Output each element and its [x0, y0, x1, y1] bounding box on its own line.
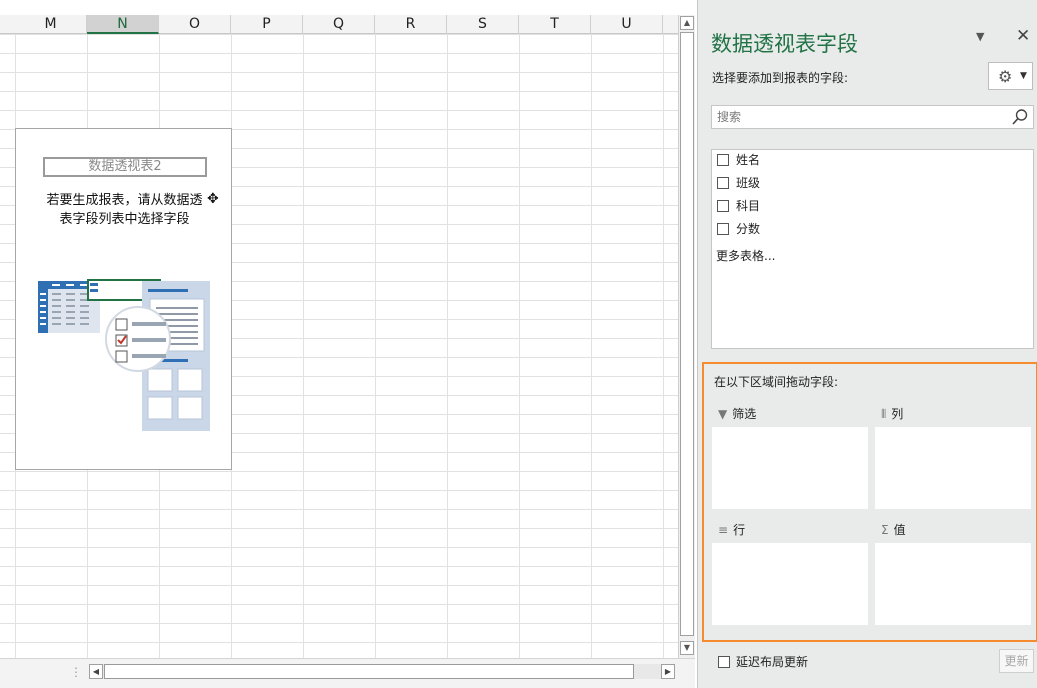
- values-area-label: 值: [893, 523, 906, 537]
- worksheet[interactable]: M N O P Q R S T U 数据透视表2 若要生成报表，请从数据透 表字…: [0, 0, 678, 658]
- drag-areas-section: 在以下区域间拖动字段: ▼ 筛选 ⦀ 列 ≡ 行 Σ值: [702, 362, 1037, 642]
- columns-area-label: 列: [891, 407, 904, 421]
- column-header-u[interactable]: U: [591, 15, 663, 34]
- columns-area[interactable]: ⦀ 列: [875, 403, 1031, 511]
- filters-area-header: ▼ 筛选: [712, 403, 868, 425]
- rows-area[interactable]: ≡ 行: [712, 519, 868, 627]
- filters-area-label: 筛选: [732, 407, 757, 421]
- search-input[interactable]: [712, 106, 1008, 128]
- rows-area-label: 行: [733, 523, 746, 537]
- sheet-bottom-bar: ⋮ ◀ ▶: [0, 658, 695, 688]
- values-drop-zone[interactable]: [875, 543, 1031, 625]
- vertical-scroll-thumb[interactable]: [680, 32, 694, 636]
- field-label: 姓名: [736, 153, 761, 167]
- field-label: 班级: [736, 176, 761, 190]
- column-header-q[interactable]: Q: [303, 15, 375, 34]
- column-header-s[interactable]: S: [447, 15, 519, 34]
- column-header-p[interactable]: P: [231, 15, 303, 34]
- scroll-left-arrow-icon[interactable]: ◀: [89, 664, 103, 679]
- vertical-scrollbar[interactable]: ▲ ▼: [678, 15, 695, 658]
- field-checkbox[interactable]: [717, 176, 729, 189]
- column-header-o[interactable]: O: [159, 15, 231, 34]
- scroll-up-arrow-icon[interactable]: ▲: [680, 16, 694, 30]
- rows-area-header: ≡ 行: [712, 519, 868, 541]
- areas-label: 在以下区域间拖动字段:: [714, 375, 839, 389]
- values-area[interactable]: Σ值: [875, 519, 1031, 627]
- field-label: 科目: [736, 199, 761, 213]
- horizontal-scroll-thumb[interactable]: [104, 664, 634, 679]
- close-icon[interactable]: ✕: [1016, 26, 1030, 46]
- columns-icon: ⦀: [881, 407, 887, 421]
- move-cursor-icon: ✥: [207, 191, 219, 207]
- pivot-table-name: 数据透视表2: [43, 157, 207, 177]
- column-header-r[interactable]: R: [375, 15, 447, 34]
- field-list: 姓名 班级 科目 分数 更多表格...: [711, 149, 1034, 349]
- search-field[interactable]: [711, 105, 1034, 129]
- field-label: 分数: [736, 222, 761, 236]
- pivot-table-placeholder[interactable]: 数据透视表2 若要生成报表，请从数据透 表字段列表中选择字段 ✥: [15, 128, 232, 470]
- field-checkbox[interactable]: [717, 153, 729, 166]
- field-item-score[interactable]: 分数: [717, 220, 760, 238]
- pane-options-dropdown-icon[interactable]: ▼: [976, 30, 984, 43]
- choose-fields-label: 选择要添加到报表的字段:: [712, 71, 849, 85]
- pivot-hint-line-2: 表字段列表中选择字段: [59, 212, 190, 227]
- chevron-down-icon: ▼: [1020, 71, 1027, 81]
- more-tables-link[interactable]: 更多表格...: [716, 247, 775, 264]
- filters-drop-zone[interactable]: [712, 427, 868, 509]
- column-header-m[interactable]: M: [15, 15, 87, 34]
- field-checkbox[interactable]: [717, 199, 729, 212]
- column-header-n[interactable]: N: [87, 15, 159, 34]
- column-header-t[interactable]: T: [519, 15, 591, 34]
- rows-drop-zone[interactable]: [712, 543, 868, 625]
- sigma-icon: Σ: [881, 523, 889, 537]
- horizontal-scrollbar[interactable]: ◀ ▶: [89, 664, 675, 679]
- pivot-hint-line-1: 若要生成报表，请从数据透: [46, 193, 203, 208]
- filters-area[interactable]: ▼ 筛选: [712, 403, 868, 511]
- field-item-class[interactable]: 班级: [717, 174, 760, 192]
- values-area-header: Σ值: [875, 519, 1031, 541]
- field-item-name[interactable]: 姓名: [717, 151, 760, 169]
- scroll-right-arrow-icon[interactable]: ▶: [661, 664, 675, 679]
- defer-update-label: 延迟布局更新: [736, 655, 809, 669]
- tools-button[interactable]: ⚙ ▼: [988, 62, 1033, 90]
- field-checkbox[interactable]: [717, 222, 729, 235]
- defer-layout-update[interactable]: 延迟布局更新: [718, 653, 808, 670]
- field-item-subject[interactable]: 科目: [717, 197, 760, 215]
- filter-icon: ▼: [718, 407, 728, 421]
- columns-drop-zone[interactable]: [875, 427, 1031, 509]
- pivot-illustration-icon: [38, 279, 210, 431]
- columns-area-header: ⦀ 列: [875, 403, 1031, 425]
- update-button[interactable]: 更新: [999, 649, 1034, 673]
- rows-icon: ≡: [718, 523, 729, 537]
- column-header-row: M N O P Q R S T U: [0, 15, 678, 34]
- defer-update-checkbox[interactable]: [718, 655, 730, 668]
- search-icon[interactable]: [1011, 108, 1029, 126]
- tab-split-handle-icon[interactable]: ⋮: [70, 665, 82, 679]
- pane-title: 数据透视表字段: [711, 32, 858, 56]
- pivot-fields-pane: 数据透视表字段 ▼ ✕ 选择要添加到报表的字段: ⚙ ▼ 姓名 班级 科目 分数…: [697, 0, 1037, 688]
- pivot-hint-text: 若要生成报表，请从数据透 表字段列表中选择字段: [22, 191, 227, 229]
- gear-icon: ⚙: [998, 67, 1013, 86]
- scroll-down-arrow-icon[interactable]: ▼: [680, 641, 694, 655]
